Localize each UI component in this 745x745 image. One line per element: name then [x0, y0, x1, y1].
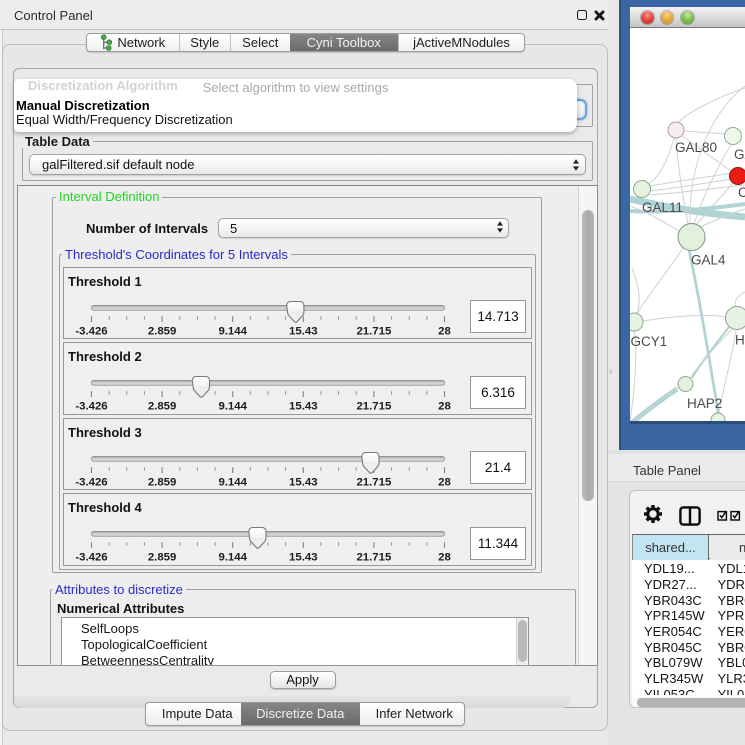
svg-text:GAL11: GAL11 [642, 200, 683, 215]
svg-text:-3.426: -3.426 [75, 325, 107, 337]
svg-text:2.859: 2.859 [147, 551, 176, 563]
svg-text:28: 28 [438, 476, 451, 488]
svg-text:-3.426: -3.426 [75, 476, 107, 488]
svg-text:GA: GA [734, 147, 745, 162]
svg-text:28: 28 [438, 325, 451, 337]
svg-text:28: 28 [438, 551, 451, 563]
svg-text:21.715: 21.715 [356, 551, 392, 563]
svg-text:21.715: 21.715 [356, 325, 392, 337]
svg-text:H: H [735, 333, 745, 348]
svg-text:-3.426: -3.426 [75, 551, 107, 563]
svg-text:28: 28 [438, 400, 451, 412]
svg-text:15.43: 15.43 [289, 400, 318, 412]
svg-text:9.144: 9.144 [218, 551, 247, 563]
svg-text:15.43: 15.43 [289, 476, 318, 488]
svg-text:9.144: 9.144 [218, 476, 247, 488]
svg-text:2.859: 2.859 [147, 476, 176, 488]
svg-text:15.43: 15.43 [289, 551, 318, 563]
svg-text:GAL80: GAL80 [675, 140, 717, 155]
svg-text:9.144: 9.144 [218, 325, 247, 337]
svg-text:21.715: 21.715 [356, 476, 392, 488]
svg-text:9.144: 9.144 [218, 400, 247, 412]
svg-text:21.715: 21.715 [356, 400, 392, 412]
svg-text:C: C [738, 185, 745, 200]
svg-text:15.43: 15.43 [289, 325, 318, 337]
svg-text:2.859: 2.859 [147, 325, 176, 337]
svg-text:GCY1: GCY1 [631, 334, 668, 349]
svg-text:-3.426: -3.426 [75, 400, 107, 412]
svg-text:HAP2: HAP2 [687, 396, 722, 411]
svg-text:2.859: 2.859 [147, 400, 176, 412]
svg-text:GAL4: GAL4 [691, 253, 726, 268]
